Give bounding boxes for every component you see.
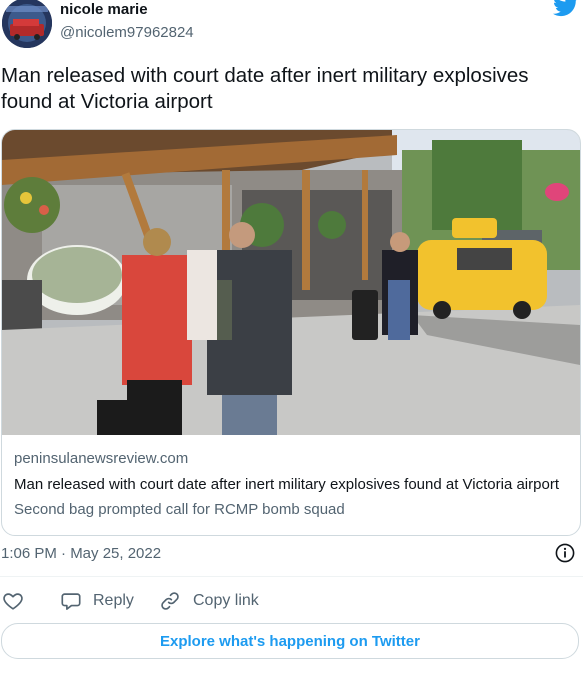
copy-link-button[interactable]: Copy link xyxy=(159,588,259,614)
card-description: Second bag prompted call for RCMP bomb s… xyxy=(14,501,345,518)
reply-label: Reply xyxy=(93,592,134,609)
card-domain: peninsulanewsreview.com xyxy=(14,450,189,467)
link-icon xyxy=(159,590,181,612)
speech-bubble-icon xyxy=(60,590,82,612)
like-button[interactable] xyxy=(2,588,24,614)
tweet-text: Man released with court date after inert… xyxy=(1,64,529,113)
tweet-header: nicole marie @nicolem97962824 xyxy=(0,0,583,52)
explore-twitter-button[interactable]: Explore what's happening on Twitter xyxy=(1,623,579,659)
author-handle[interactable]: @nicolem97962824 xyxy=(60,24,194,41)
info-icon[interactable] xyxy=(555,543,575,563)
card-title: Man released with court date after inert… xyxy=(14,476,559,493)
action-bar: Reply Copy link xyxy=(0,588,583,614)
reply-button[interactable]: Reply xyxy=(60,588,134,614)
link-card[interactable]: peninsulanewsreview.com Man released wit… xyxy=(1,129,581,536)
heart-icon xyxy=(2,590,24,612)
copy-link-label: Copy link xyxy=(193,592,259,609)
card-image[interactable] xyxy=(2,130,580,435)
avatar[interactable] xyxy=(2,0,52,48)
twitter-bird-icon[interactable] xyxy=(552,0,579,18)
tweet-timestamp[interactable]: 1:06 PM · May 25, 2022 xyxy=(1,545,161,562)
author-name[interactable]: nicole marie xyxy=(60,1,148,18)
divider xyxy=(0,576,583,577)
